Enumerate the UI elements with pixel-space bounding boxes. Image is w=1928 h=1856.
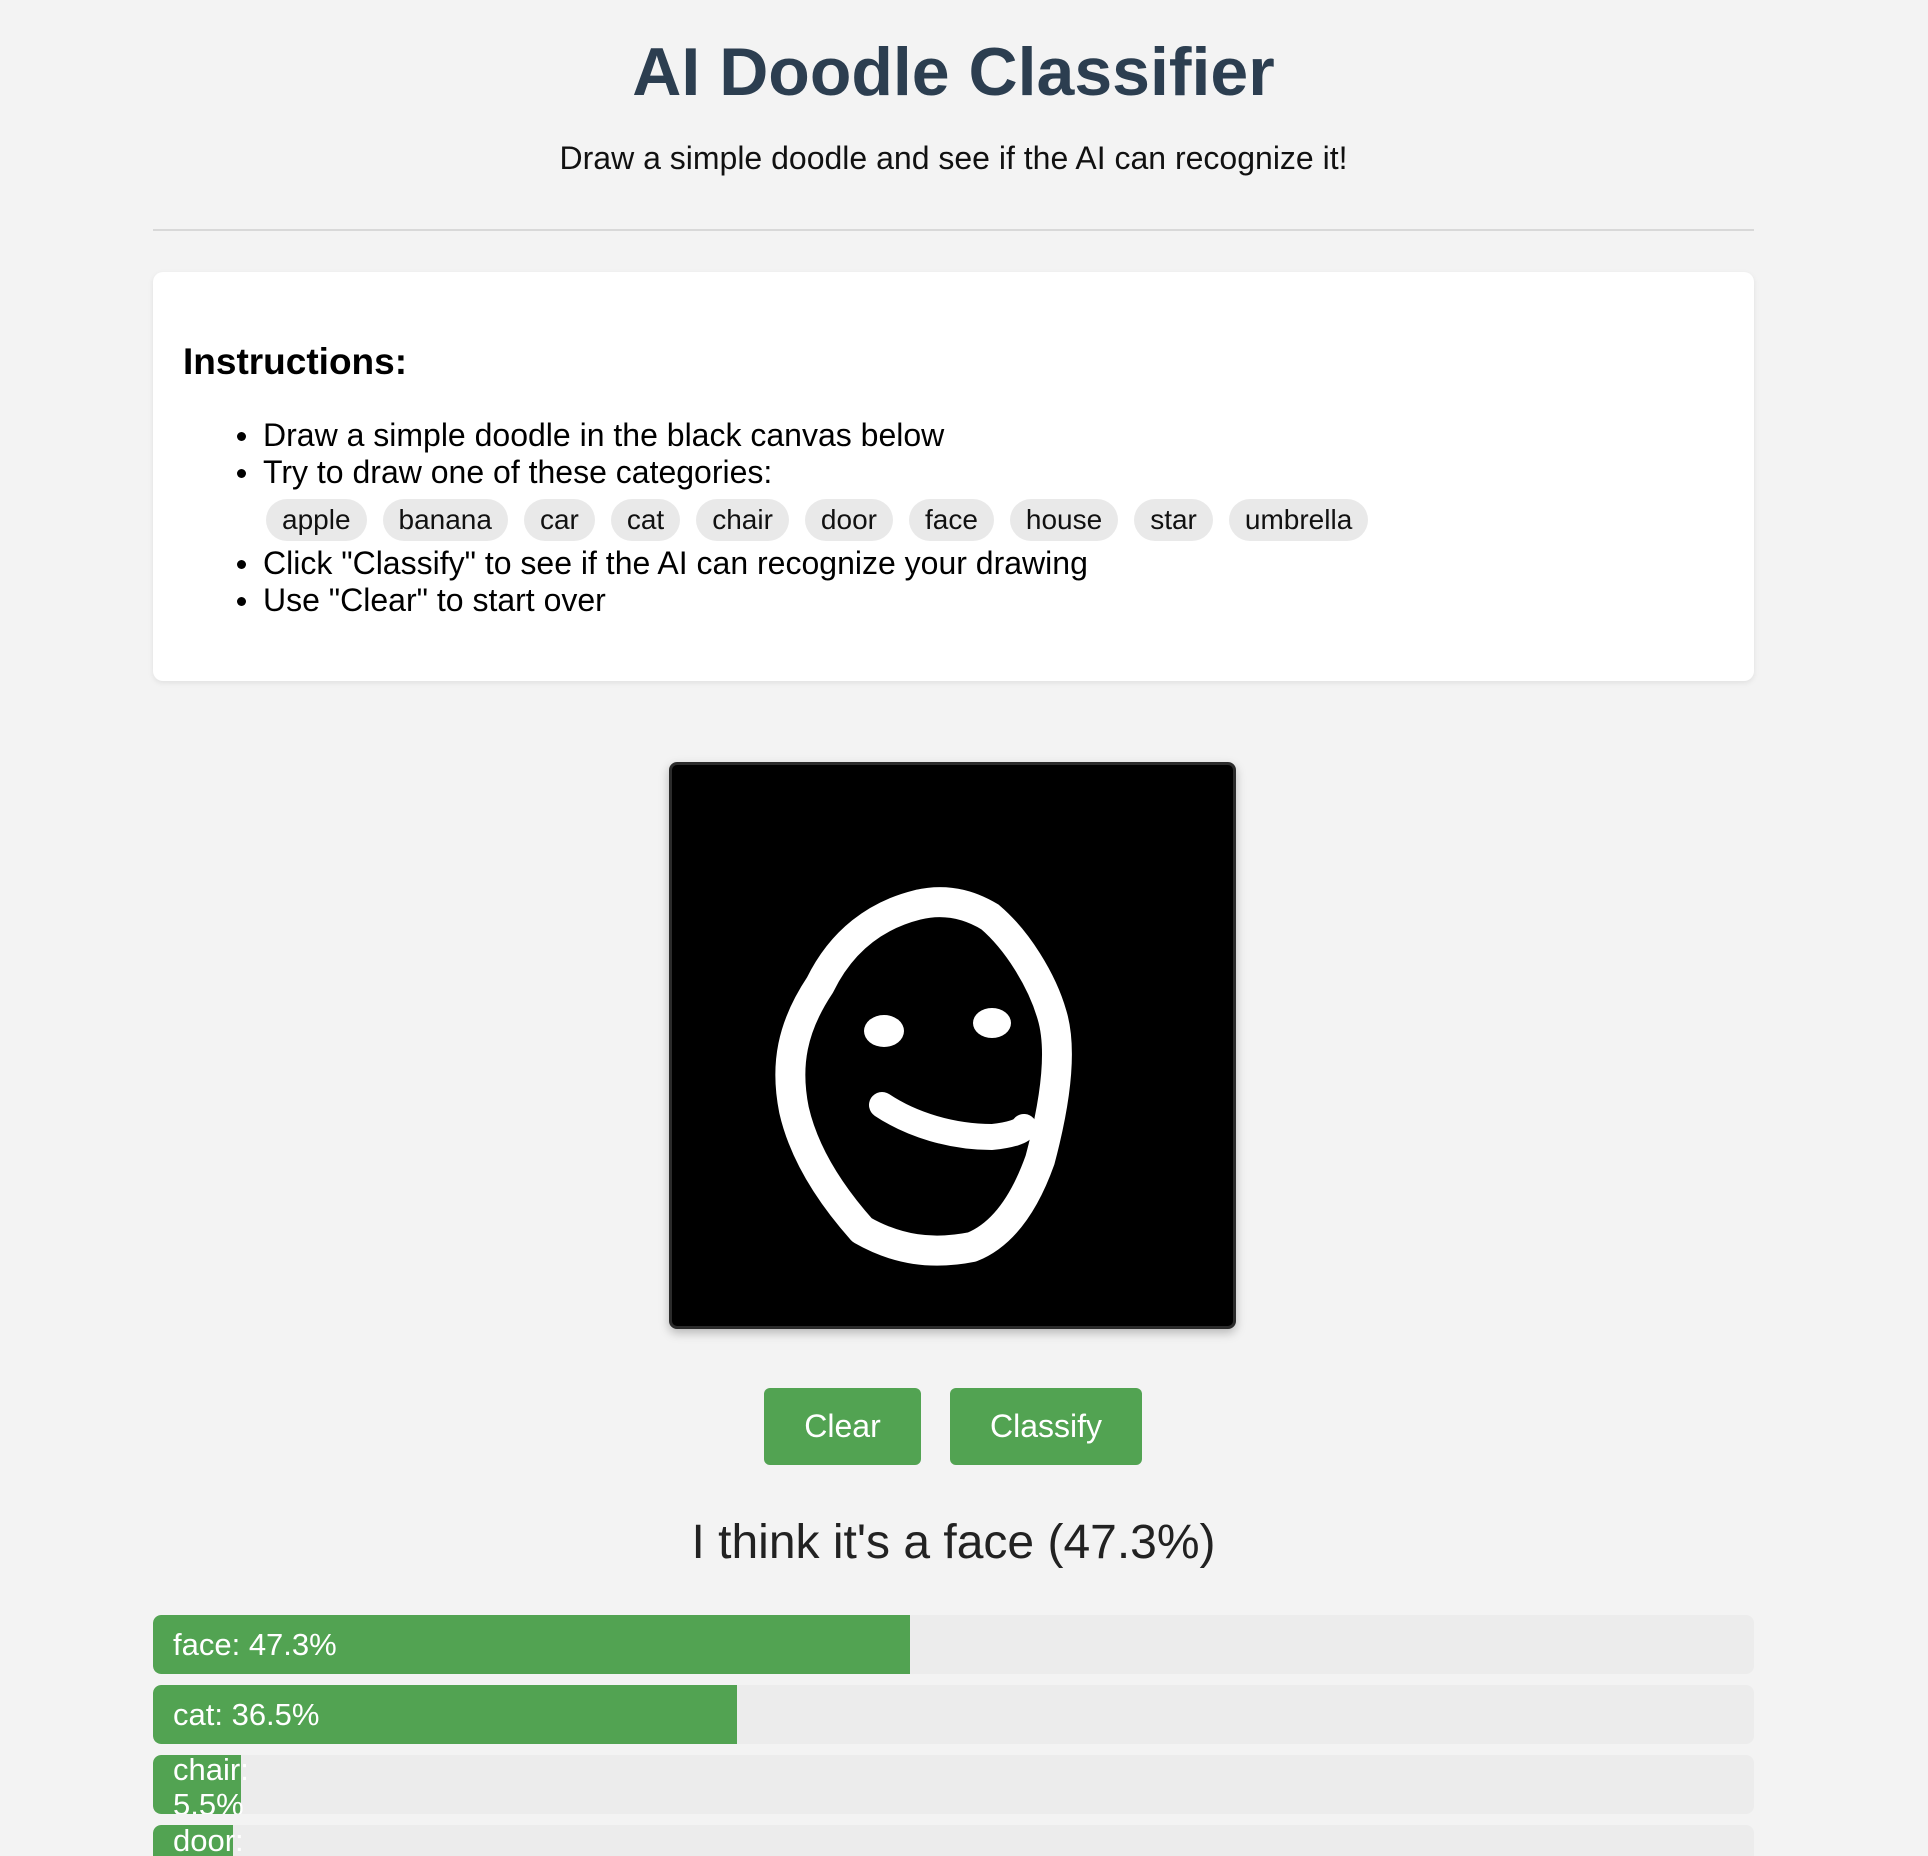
category-chip: star <box>1134 499 1213 541</box>
instruction-item: Draw a simple doodle in the black canvas… <box>236 417 945 453</box>
instructions-card: Instructions: Draw a simple doodle in th… <box>153 272 1754 681</box>
prediction-label: face: 47.3% <box>173 1627 337 1662</box>
right-eye-mark <box>973 1008 1011 1038</box>
clear-button[interactable]: Clear <box>764 1388 921 1465</box>
prediction-label: cat: 36.5% <box>173 1697 320 1732</box>
prediction-row: chair: 5.5% <box>153 1755 1754 1814</box>
prediction-row: cat: 36.5% <box>153 1685 1754 1744</box>
smile-stroke <box>869 1092 1037 1150</box>
classify-button[interactable]: Classify <box>950 1388 1142 1465</box>
prediction-label: door: <box>173 1825 244 1856</box>
instructions-heading: Instructions: <box>183 341 408 382</box>
category-chip: door <box>804 499 893 541</box>
page-subtitle: Draw a simple doodle and see if the AI c… <box>559 140 1348 176</box>
category-chip: apple <box>266 499 367 541</box>
category-chip: face <box>908 499 994 541</box>
prediction-result: I think it's a face (47.3%) <box>691 1516 1216 1569</box>
category-chip: umbrella <box>1228 499 1369 541</box>
app-page: AI Doodle Classifier Draw a simple doodl… <box>0 0 1928 1856</box>
category-chip: banana <box>382 499 508 541</box>
doodle-drawing <box>775 887 1072 1266</box>
prediction-label: chair: 5.5% <box>173 1755 249 1814</box>
category-chip: cat <box>610 499 681 541</box>
face-outline-stroke <box>775 887 1072 1266</box>
drawing-canvas[interactable] <box>669 762 1236 1329</box>
prediction-row: face: 47.3% <box>153 1615 1754 1674</box>
instruction-item: Try to draw one of these categories: <box>236 454 773 490</box>
header-divider <box>153 229 1754 231</box>
instruction-item: Use "Clear" to start over <box>237 582 606 618</box>
instruction-item: Click "Classify" to see if the AI can re… <box>237 545 1088 581</box>
category-chip: house <box>1009 499 1119 541</box>
left-eye-mark <box>864 1015 904 1047</box>
category-chip: car <box>523 499 595 541</box>
category-chips: apple banana car cat chair door face hou… <box>266 499 1369 541</box>
category-chip: chair <box>696 499 789 541</box>
page-title: AI Doodle Classifier <box>632 34 1275 110</box>
prediction-row: door: <box>153 1825 1754 1856</box>
